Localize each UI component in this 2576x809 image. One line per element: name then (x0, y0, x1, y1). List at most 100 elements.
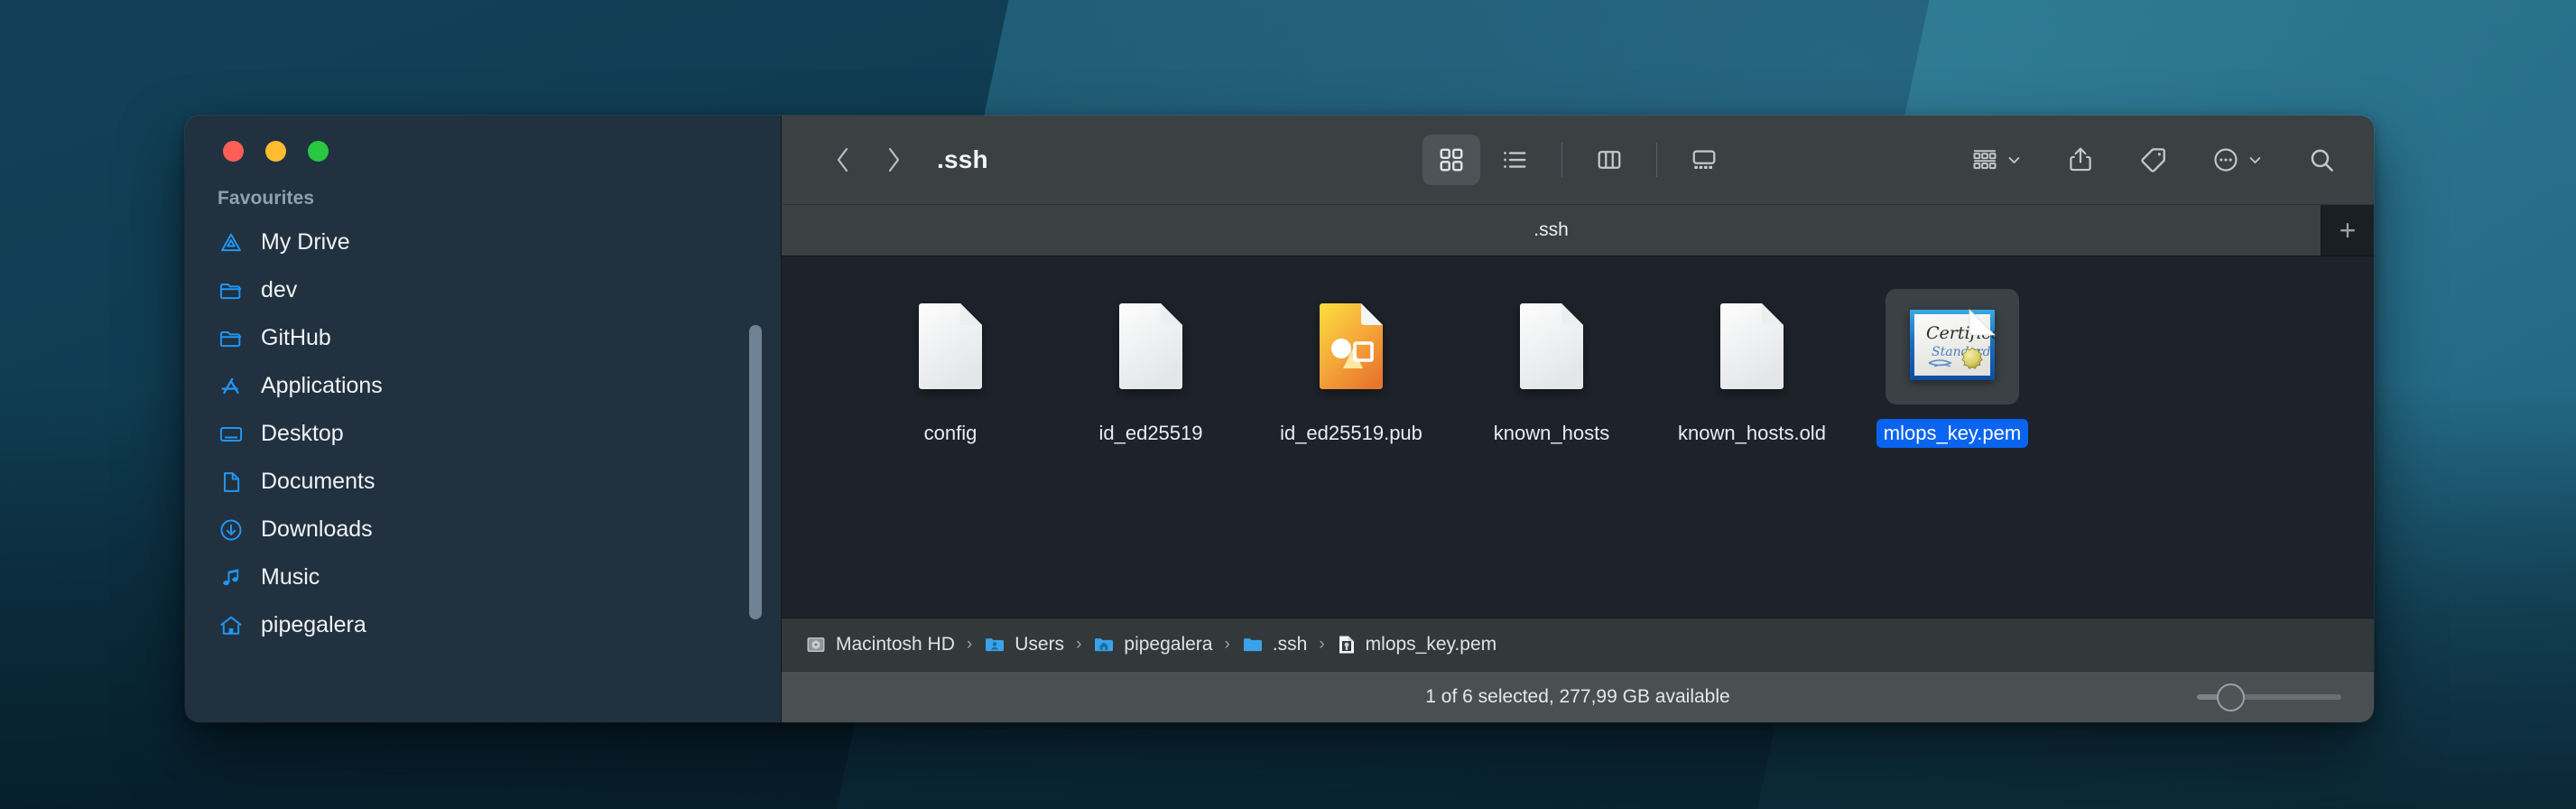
file-label: known_hosts (1493, 422, 1610, 444)
file-label: config (923, 422, 978, 444)
file-icon-container (1685, 289, 1819, 404)
file-item[interactable]: id_ed25519 (1051, 289, 1251, 448)
file-item[interactable]: config (850, 289, 1051, 448)
sidebar-item-downloads[interactable]: Downloads (185, 506, 781, 553)
desktop-wallpaper: Favourites My Drive dev GitHub Applicati… (0, 0, 2576, 809)
sidebar-scrollbar[interactable] (749, 325, 762, 619)
search-button[interactable] (2297, 135, 2347, 185)
document-icon (218, 469, 245, 496)
plus-icon: + (2339, 213, 2357, 246)
file-item[interactable]: known_hosts.old (1652, 289, 1852, 448)
file-icon-container (1485, 289, 1618, 404)
certificate-document-icon: Certifica Standard (1909, 308, 2001, 386)
breadcrumb-item-users[interactable]: Users (984, 634, 1064, 656)
sidebar-item-label: dev (261, 277, 298, 302)
breadcrumb-item-macintosh-hd[interactable]: Macintosh HD (805, 634, 955, 656)
toolbar-divider (1561, 143, 1562, 177)
hard-drive-icon (807, 637, 825, 652)
tab-label: .ssh (1534, 219, 1569, 240)
share-button[interactable] (2056, 135, 2105, 185)
main-pane: .ssh .ssh + config id_ed25519 id_ed25519… (782, 116, 2374, 722)
breadcrumb-item-mlops-key[interactable]: mlops_key.pem (1337, 634, 1497, 656)
list-view-button[interactable] (1486, 135, 1543, 185)
sidebar-item-label: Desktop (261, 421, 344, 446)
breadcrumb-separator: › (1319, 635, 1325, 654)
breadcrumb-item-ssh[interactable]: .ssh (1242, 634, 1308, 656)
chevron-down-icon (2008, 156, 2020, 163)
minimize-button[interactable] (265, 141, 286, 162)
file-label: id_ed25519 (1098, 422, 1203, 444)
sidebar-item-github[interactable]: GitHub (185, 314, 781, 362)
sidebar-item-label: Music (261, 564, 320, 590)
back-button[interactable] (818, 135, 868, 185)
gallery-view-button[interactable] (1675, 135, 1733, 185)
sidebar-scroll-area[interactable]: Favourites My Drive dev GitHub Applicati… (185, 175, 781, 722)
column-view-button[interactable] (1580, 135, 1638, 185)
view-mode-group (1422, 135, 1733, 185)
google-drive-icon (218, 229, 245, 256)
sidebar-item-music[interactable]: Music (185, 553, 781, 601)
breadcrumb-separator: › (1224, 635, 1230, 654)
window-controls (223, 141, 329, 162)
toolbar: .ssh (782, 116, 2374, 204)
sidebar-item-my-drive[interactable]: My Drive (185, 219, 781, 266)
forward-button[interactable] (868, 135, 919, 185)
file-grid: config id_ed25519 id_ed25519.pub known_h… (782, 256, 2374, 448)
tab-bar: .ssh + (782, 204, 2374, 256)
sidebar-item-label: GitHub (261, 325, 331, 350)
sidebar-item-dev[interactable]: dev (185, 266, 781, 314)
folder-icon (218, 325, 245, 352)
breadcrumb-item-pipegalera[interactable]: pipegalera (1093, 634, 1212, 656)
file-item[interactable]: id_ed25519.pub (1251, 289, 1451, 448)
certificate-file-icon (1339, 636, 1354, 654)
sidebar-item-pipegalera[interactable]: pipegalera (185, 601, 781, 649)
maximize-button[interactable] (308, 141, 329, 162)
home-folder-icon (1095, 638, 1114, 652)
file-list-area[interactable]: config id_ed25519 id_ed25519.pub known_h… (782, 256, 2374, 618)
icon-size-slider[interactable] (2197, 683, 2341, 711)
sidebar-item-desktop[interactable]: Desktop (185, 410, 781, 458)
plain-document-icon (1116, 300, 1186, 395)
file-icon-container (1084, 289, 1218, 404)
chevron-down-icon (2249, 156, 2261, 163)
breadcrumb-label: .ssh (1272, 634, 1308, 655)
folder-icon (1243, 638, 1262, 652)
finder-window: Favourites My Drive dev GitHub Applicati… (185, 116, 2374, 722)
tab-ssh[interactable]: .ssh (782, 205, 2321, 256)
folder-icon (218, 277, 245, 304)
slider-knob[interactable] (2217, 683, 2245, 711)
icon-view-button[interactable] (1422, 135, 1480, 185)
downloads-icon (218, 516, 245, 544)
group-by-button[interactable] (1960, 135, 2033, 185)
breadcrumb-separator: › (1076, 635, 1082, 654)
toolbar-right-group (1960, 135, 2347, 185)
sidebar-item-documents[interactable]: Documents (185, 458, 781, 506)
home-icon (218, 612, 245, 639)
sidebar-section-header: Favourites (218, 188, 315, 209)
breadcrumb-label: mlops_key.pem (1365, 634, 1497, 655)
tag-button[interactable] (2128, 135, 2178, 185)
sidebar-item-label: My Drive (261, 229, 350, 255)
file-icon-container (1284, 289, 1418, 404)
file-label: known_hosts.old (1678, 422, 1826, 444)
more-options-button[interactable] (2201, 135, 2274, 185)
applications-icon (218, 373, 245, 400)
file-item[interactable]: known_hosts (1451, 289, 1652, 448)
image-document-icon (1316, 300, 1386, 395)
close-button[interactable] (223, 141, 244, 162)
breadcrumb-separator: › (966, 635, 973, 654)
sidebar: Favourites My Drive dev GitHub Applicati… (185, 116, 782, 722)
breadcrumb-label: pipegalera (1124, 634, 1213, 655)
sidebar-item-label: pipegalera (261, 612, 366, 637)
music-note-icon (218, 564, 245, 591)
file-item-selected[interactable]: Certifica Standard mlops_key.pem (1852, 289, 2052, 448)
sidebar-item-applications[interactable]: Applications (185, 362, 781, 410)
toolbar-divider (1656, 143, 1657, 177)
svg-text:Standard: Standard (1932, 345, 1991, 359)
breadcrumb-label: Users (1015, 634, 1065, 655)
sidebar-item-label: Documents (261, 469, 375, 494)
plain-document-icon (915, 300, 986, 395)
status-bar: 1 of 6 selected, 277,99 GB available (782, 671, 2374, 722)
users-folder-icon (986, 638, 1005, 652)
new-tab-button[interactable]: + (2321, 205, 2374, 256)
